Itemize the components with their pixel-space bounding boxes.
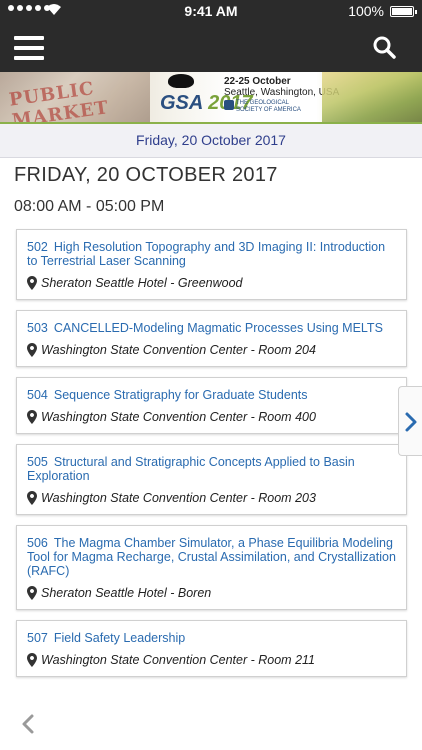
session-location: Washington State Convention Center - Roo… [27,343,396,357]
session-code: 506 [27,536,48,550]
session-code: 507 [27,631,48,645]
session-card[interactable]: 503 CANCELLED-Modeling Magmatic Processes… [16,310,407,367]
day-title: FRIDAY, 20 OCTOBER 2017 [14,164,278,186]
banner-market-photo: PUBLIC MARKET [0,72,150,122]
session-location-text: Washington State Convention Center - Roo… [41,491,316,505]
gsa-society-icon [224,100,234,110]
session-location: Sheraton Seattle Hotel - Boren [27,586,396,600]
bottom-bar [0,713,422,750]
session-name: Sequence Stratigraphy for Graduate Stude… [53,388,308,402]
session-title[interactable]: 504 Sequence Stratigraphy for Graduate St… [27,388,396,402]
chevron-left-icon [22,714,34,734]
session-name: Structural and Stratigraphic Concepts Ap… [27,455,355,483]
society-name: THE GEOLOGICAL SOCIETY OF AMERICA [236,100,301,113]
session-name: CANCELLED-Modeling Magmatic Processes Us… [53,321,383,335]
back-button[interactable] [20,713,38,737]
session-location-text: Washington State Convention Center - Roo… [41,653,315,667]
map-pin-icon [27,276,37,290]
map-pin-icon [27,653,37,667]
conference-banner: PUBLIC MARKET GSA 2017 22-25 October Sea… [0,72,422,122]
session-card[interactable]: 504 Sequence Stratigraphy for Graduate St… [16,377,407,434]
chevron-right-icon [405,412,417,432]
session-location-text: Washington State Convention Center - Roo… [41,343,316,357]
app-header [0,22,422,72]
selected-date-bar[interactable]: Friday, 20 October 2017 [0,122,422,158]
session-card[interactable]: 505 Structural and Stratigraphic Concepts… [16,444,407,515]
session-name: High Resolution Topography and 3D Imagin… [27,240,386,268]
session-title[interactable]: 505 Structural and Stratigraphic Concepts… [27,455,396,483]
hamburger-menu-icon[interactable] [14,36,44,60]
session-card[interactable]: 502 High Resolution Topography and 3D Ima… [16,229,407,300]
session-title[interactable]: 507 Field Safety Leadership [27,631,396,645]
map-pin-icon [27,586,37,600]
session-title[interactable]: 503 CANCELLED-Modeling Magmatic Processes… [27,321,396,335]
map-pin-icon [27,343,37,357]
logo-text: GSA [160,92,203,114]
map-pin-icon [27,410,37,424]
schedule-content: FRIDAY, 20 OCTOBER 2017 08:00 AM - 05:00… [0,158,422,713]
orca-logo-icon [168,74,194,88]
session-location: Washington State Convention Center - Roo… [27,410,396,424]
session-location-text: Washington State Convention Center - Roo… [41,410,316,424]
session-location: Washington State Convention Center - Roo… [27,491,396,505]
banner-produce-photo [322,72,422,122]
status-bar: 9:41 AM 100% [0,0,422,22]
session-code: 504 [27,388,48,402]
session-card[interactable]: 507 Field Safety Leadership Washington Sta… [16,620,407,677]
time-range: 08:00 AM - 05:00 PM [14,198,165,215]
battery-percentage: 100% [348,3,384,19]
session-location-text: Sheraton Seattle Hotel - Boren [41,586,212,600]
search-icon[interactable] [372,35,396,59]
session-list: 502 High Resolution Topography and 3D Ima… [16,229,407,687]
session-card[interactable]: 506 The Magma Chamber Simulator, a Phase … [16,525,407,610]
session-location-text: Sheraton Seattle Hotel - Greenwood [41,276,243,290]
map-pin-icon [27,491,37,505]
session-title[interactable]: 502 High Resolution Topography and 3D Ima… [27,240,396,268]
battery-icon [390,6,417,17]
next-day-button[interactable] [398,386,422,456]
session-title[interactable]: 506 The Magma Chamber Simulator, a Phase … [27,536,396,578]
session-code: 505 [27,455,48,469]
session-code: 503 [27,321,48,335]
session-name: Field Safety Leadership [53,631,186,645]
session-location: Washington State Convention Center - Roo… [27,653,396,667]
session-name: The Magma Chamber Simulator, a Phase Equ… [27,536,396,578]
session-code: 502 [27,240,48,254]
session-location: Sheraton Seattle Hotel - Greenwood [27,276,396,290]
